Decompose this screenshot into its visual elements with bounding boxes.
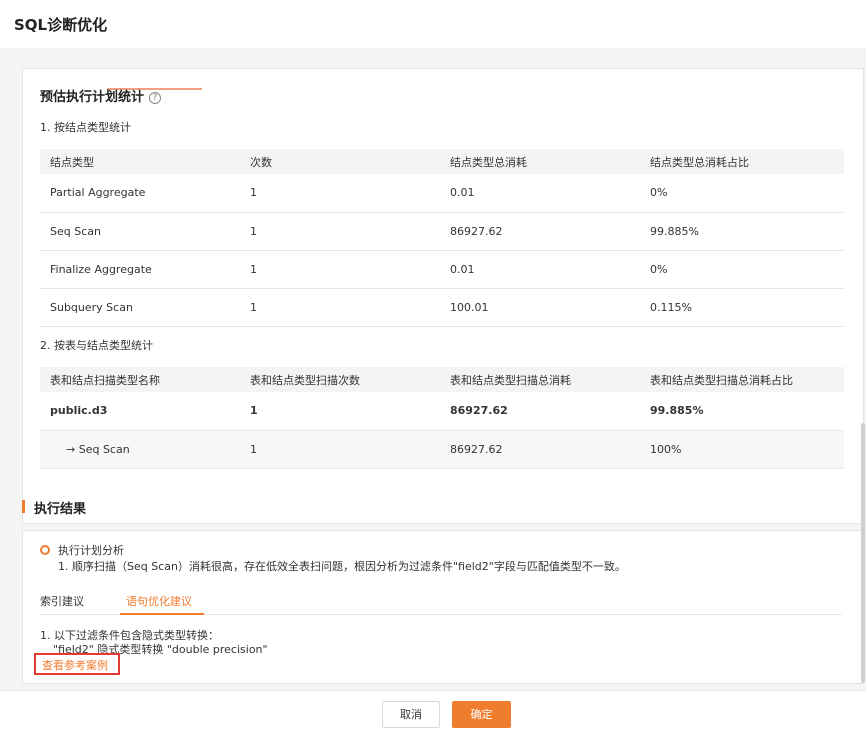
by-table-subtitle: 2. 按表与结点类型统计 <box>40 339 153 352</box>
col-node-type: 结点类型 <box>40 149 240 174</box>
cell-scan-total-cost: 86927.62 <box>440 430 640 469</box>
cell-total-cost: 0.01 <box>440 174 640 213</box>
table-node-table: 表和结点扫描类型名称 表和结点类型扫描次数 表和结点类型扫描总消耗 表和结点类型… <box>40 367 844 469</box>
table-header-row: 结点类型 次数 结点类型总消耗 结点类型总消耗占比 <box>40 149 844 174</box>
cell-count: 1 <box>240 288 440 327</box>
table-row: public.d3 1 86927.62 99.885% <box>40 392 844 431</box>
cell-scan-count: 1 <box>240 392 440 431</box>
col-scan-count: 表和结点类型扫描次数 <box>240 367 440 392</box>
estimate-title: 预估执行计划统计? <box>40 86 162 105</box>
reference-case-link[interactable]: 查看参考案例 <box>34 653 120 675</box>
cell-scan-cost-ratio: 100% <box>640 430 844 469</box>
cell-cost-ratio: 0% <box>640 250 844 289</box>
tab-index-suggestion[interactable]: 索引建议 <box>40 593 84 609</box>
table-row: Partial Aggregate 1 0.01 0% <box>40 174 844 213</box>
dialog-header: SQL诊断优化 <box>0 0 866 48</box>
cell-scan-cost-ratio: 99.885% <box>640 392 844 431</box>
cell-scan-count: 1 <box>240 430 440 469</box>
tab-statement-suggestion[interactable]: 语句优化建议 <box>126 593 192 609</box>
cell-node-type: Subquery Scan <box>40 288 240 327</box>
cell-count: 1 <box>240 174 440 213</box>
confirm-button[interactable]: 确定 <box>452 701 511 728</box>
col-scan-cost-ratio: 表和结点类型扫描总消耗占比 <box>640 367 844 392</box>
cell-node-type: Partial Aggregate <box>40 174 240 213</box>
dialog-footer: 取消 确定 <box>0 690 866 739</box>
table-row: → Seq Scan 1 86927.62 100% <box>40 430 844 469</box>
help-icon[interactable]: ? <box>149 92 162 104</box>
col-cost-ratio: 结点类型总消耗占比 <box>640 149 844 174</box>
analysis-line: 1. 顺序扫描（Seq Scan）消耗很高，存在低效全表扫问题，根因分析为过滤条… <box>58 560 626 573</box>
node-type-table: 结点类型 次数 结点类型总消耗 结点类型总消耗占比 Partial Aggreg… <box>40 149 844 327</box>
result-panel: 执行计划分析 1. 顺序扫描（Seq Scan）消耗很高，存在低效全表扫问题，根… <box>22 530 864 684</box>
col-scan-total-cost: 表和结点类型扫描总消耗 <box>440 367 640 392</box>
cell-cost-ratio: 0% <box>640 174 844 213</box>
cell-total-cost: 100.01 <box>440 288 640 327</box>
estimate-panel: 预估执行计划统计? 1. 按结点类型统计 结点类型 次数 结点类型总消耗 结点类… <box>22 68 864 524</box>
cell-count: 1 <box>240 250 440 289</box>
estimate-title-text: 预估执行计划统计 <box>40 90 145 105</box>
cell-cost-ratio: 99.885% <box>640 212 844 251</box>
result-section-title: 执行结果 <box>22 498 86 517</box>
table-row: Subquery Scan 1 100.01 0.115% <box>40 288 844 327</box>
cell-cost-ratio: 0.115% <box>640 288 844 327</box>
table-row: Seq Scan 1 86927.62 99.885% <box>40 212 844 251</box>
cancel-button[interactable]: 取消 <box>382 701 440 728</box>
analysis-title: 执行计划分析 <box>58 544 124 557</box>
cell-node-type: Seq Scan <box>40 212 240 251</box>
col-table-node-name: 表和结点扫描类型名称 <box>40 367 240 392</box>
dialog-body[interactable]: 预估执行计划统计? 1. 按结点类型统计 结点类型 次数 结点类型总消耗 结点类… <box>0 48 866 690</box>
table-row: Finalize Aggregate 1 0.01 0% <box>40 250 844 289</box>
vertical-scrollbar[interactable] <box>861 423 865 683</box>
cell-table-name: public.d3 <box>40 392 240 431</box>
cell-scan-total-cost: 86927.62 <box>440 392 640 431</box>
by-node-subtitle: 1. 按结点类型统计 <box>40 121 131 134</box>
suggestion-tabs: 索引建议 语句优化建议 <box>40 587 842 615</box>
tab-active-underline <box>120 613 204 615</box>
cell-total-cost: 0.01 <box>440 250 640 289</box>
col-total-cost: 结点类型总消耗 <box>440 149 640 174</box>
table-header-row: 表和结点扫描类型名称 表和结点类型扫描次数 表和结点类型扫描总消耗 表和结点类型… <box>40 367 844 392</box>
radio-circle-icon <box>40 545 50 555</box>
dialog-title: SQL诊断优化 <box>14 16 108 34</box>
cell-count: 1 <box>240 212 440 251</box>
cell-node-type: Finalize Aggregate <box>40 250 240 289</box>
cell-table-name: → Seq Scan <box>40 430 240 469</box>
cell-total-cost: 86927.62 <box>440 212 640 251</box>
col-count: 次数 <box>240 149 440 174</box>
